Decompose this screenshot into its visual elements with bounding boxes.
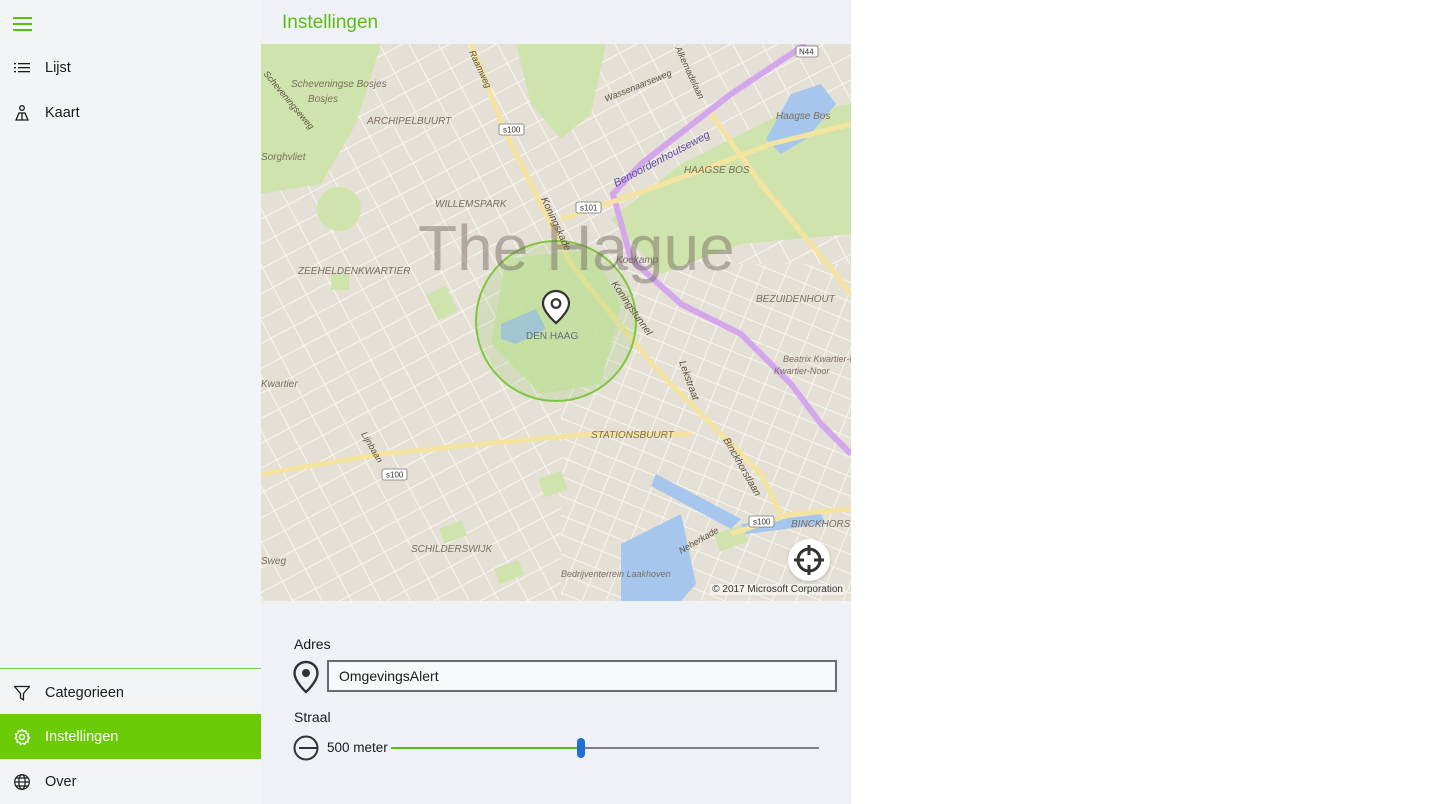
radius-label: Straal [294,709,331,725]
map-label: Sweg [261,556,286,567]
map-canvas[interactable]: Scheveningse Bosjes ARCHIPELBUURT Sorghv… [261,44,851,601]
road-shield-label: s100 [753,518,771,527]
radius-value: 500 meter [327,740,388,755]
road-shield-label: s100 [386,471,404,480]
hamburger-menu-icon[interactable] [13,16,33,32]
gear-icon [14,728,31,745]
address-label: Adres [294,636,331,652]
sidebar-item-label: Categorieen [45,684,124,701]
map-label: Kwartier [261,379,298,390]
road-shield-label: N44 [799,48,814,57]
globe-icon [14,773,30,790]
sidebar-item-label: Lijst [45,59,71,76]
map-label: BEZUIDENHOUT [756,294,836,305]
address-pin-icon[interactable] [292,660,320,694]
map-label: ARCHIPELBUURT [366,116,452,127]
slider-fill [391,747,582,749]
map-city-label: The Hague [418,212,735,284]
sidebar-item-over[interactable]: Over [0,759,261,804]
crosshair-icon [794,545,824,575]
radius-icon [293,735,319,761]
map-label: Sorghvliet [261,152,307,163]
sidebar-item-label: Over [45,773,77,790]
sidebar-divider [0,668,261,669]
settings-panel: Instellingen Scheveningse Bosjes ARCHIPE… [261,0,851,804]
map-label: Kwartier-Noor [774,366,830,376]
sidebar-item-lijst[interactable]: Lijst [0,45,261,90]
map-label: BINCKHORST [791,519,851,530]
locate-me-button[interactable] [788,539,830,581]
road-shield-label: s100 [503,126,521,135]
map-view[interactable]: Scheveningse Bosjes ARCHIPELBUURT Sorghv… [261,44,851,601]
page-title: Instellingen [282,12,379,33]
sidebar-item-label: Kaart [45,104,80,121]
address-input[interactable] [327,660,837,692]
map-pin-label: DEN HAAG [526,331,578,342]
map-label: SCHILDERSWIJK [411,544,493,555]
slider-thumb[interactable] [577,738,586,758]
filter-icon [13,685,31,701]
sidebar-item-label: Instellingen [45,728,119,745]
sidebar: Lijst Kaart Categorieen Instellingen Ove… [0,0,261,804]
sidebar-item-categorieen[interactable]: Categorieen [0,670,261,715]
map-label: Bosjes [308,94,338,105]
map-label: ZEEHELDENKWARTIER [297,266,410,277]
radius-slider[interactable] [391,738,819,758]
map-label: STATIONSBUURT [591,430,675,441]
map-label: Scheveningse Bosjes [291,79,387,90]
map-label: Bedrijventerrein Laakhoven [561,569,671,579]
map-person-icon [15,104,29,121]
map-label: WILLEMSPARK [435,199,508,210]
map-label: Beatrix Kwartier-Noord [783,354,851,364]
sidebar-item-kaart[interactable]: Kaart [0,90,261,135]
map-label: Haagse Bos [776,111,830,122]
list-icon [14,62,30,72]
map-copyright: © 2017 Microsoft Corporation [710,584,845,595]
sidebar-item-instellingen[interactable]: Instellingen [0,714,261,759]
map-label: HAAGSE BOS [684,165,750,176]
